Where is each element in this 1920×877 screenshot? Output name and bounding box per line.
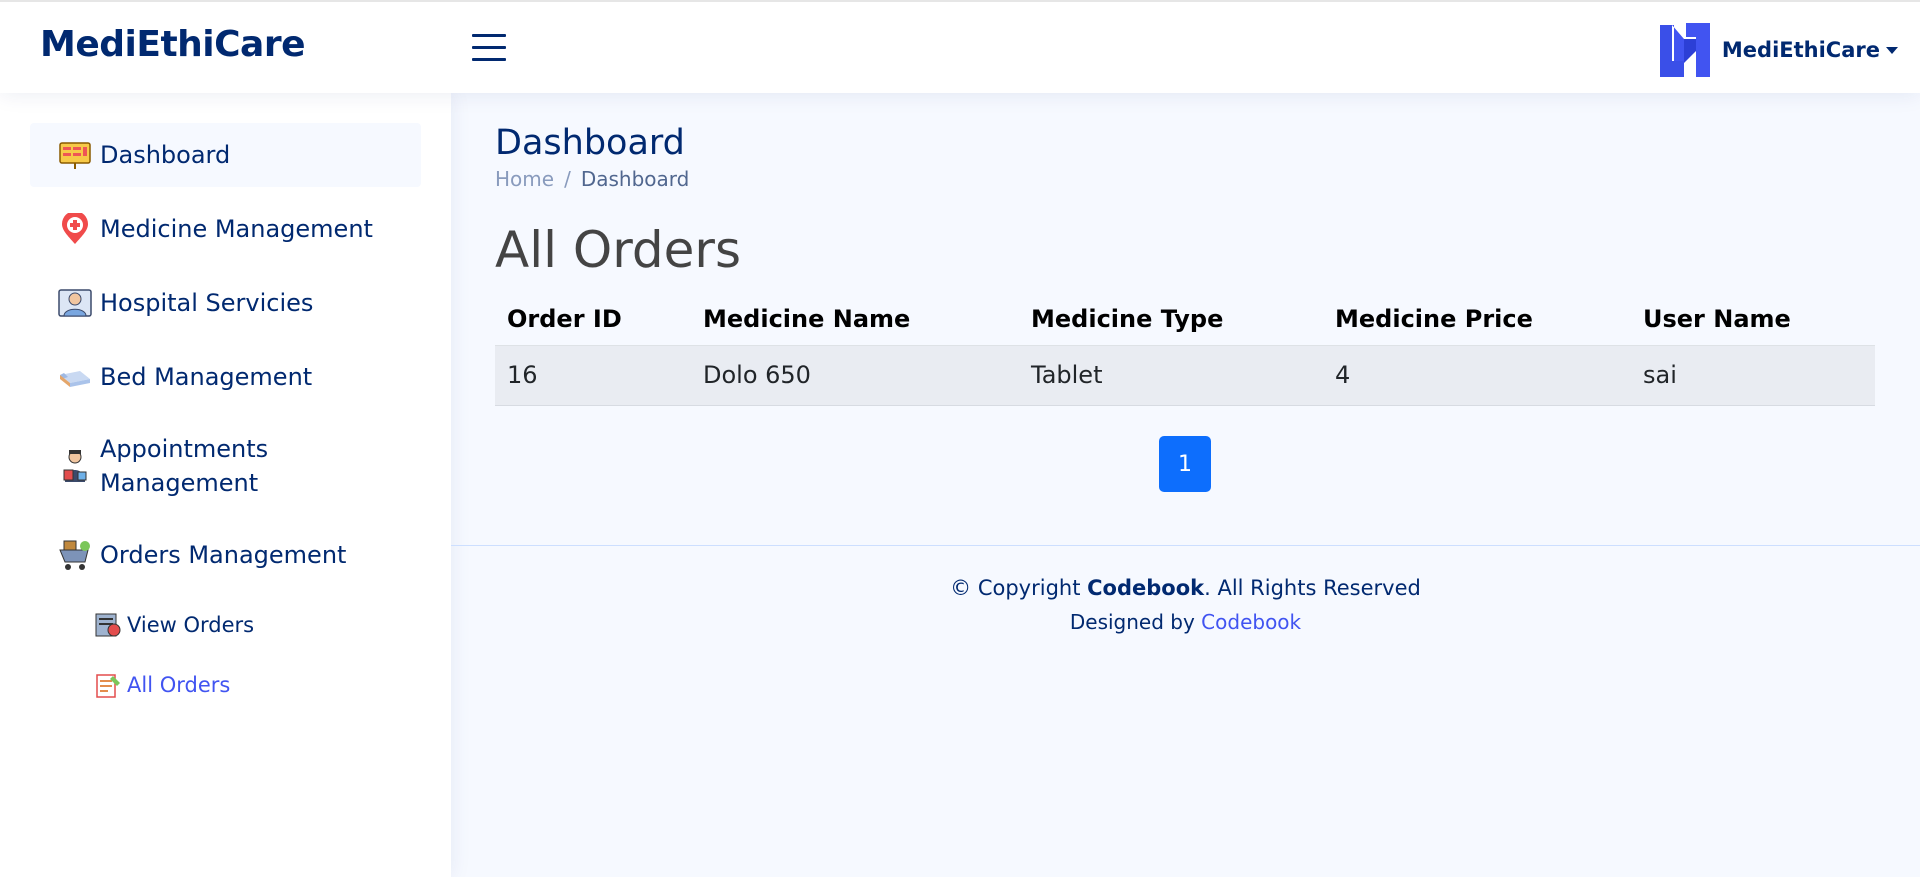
breadcrumb-home[interactable]: Home bbox=[495, 167, 554, 191]
appointment-icon bbox=[58, 449, 92, 483]
view-orders-icon bbox=[95, 612, 121, 638]
footer: © Copyright Codebook. All Rights Reserve… bbox=[451, 545, 1920, 634]
profile-logo-icon bbox=[1659, 23, 1710, 77]
copyright-brand: Codebook bbox=[1087, 576, 1205, 600]
column-header: User Name bbox=[1631, 293, 1875, 346]
table-cell: 16 bbox=[495, 345, 691, 406]
main-content: Dashboard Home / Dashboard All Orders Orde… bbox=[451, 93, 1920, 877]
sidebar-item-label: Orders Management bbox=[100, 541, 347, 569]
table-cell: 4 bbox=[1323, 345, 1631, 406]
clipboard-icon bbox=[95, 672, 121, 698]
sidebar-item-label: Appointments Management bbox=[100, 435, 269, 497]
copyright-prefix: © Copyright bbox=[950, 576, 1081, 600]
column-header: Medicine Name bbox=[691, 293, 1019, 346]
designed-by-text: Designed by Codebook bbox=[451, 610, 1920, 634]
table-cell: sai bbox=[1631, 345, 1875, 406]
copyright-suffix: . All Rights Reserved bbox=[1204, 576, 1421, 600]
table-cell: Tablet bbox=[1019, 345, 1323, 406]
designed-by-link[interactable]: Codebook bbox=[1201, 610, 1301, 634]
medical-pin-icon bbox=[58, 212, 92, 246]
chevron-down-icon bbox=[1886, 46, 1898, 54]
profile-name: MediEthiCare bbox=[1721, 38, 1880, 62]
profile-dropdown[interactable]: MediEthiCare bbox=[1658, 22, 1898, 78]
column-header: Medicine Type bbox=[1019, 293, 1323, 346]
copyright-text: © Copyright Codebook. All Rights Reserve… bbox=[451, 576, 1920, 600]
sidebar-item-label: Hospital Servicies bbox=[100, 289, 314, 317]
site-logo[interactable]: MediEthiCare bbox=[40, 24, 306, 65]
sidebar-subitem-label: View Orders bbox=[127, 613, 255, 637]
breadcrumb: Home / Dashboard bbox=[495, 167, 689, 191]
breadcrumb-current: Dashboard bbox=[580, 167, 690, 191]
sidebar-item-label: Bed Management bbox=[100, 363, 313, 391]
sidebar-item-orders-management[interactable]: Orders Management bbox=[30, 523, 421, 587]
sidebar-item-appointments-management[interactable]: Appointments Management bbox=[30, 419, 421, 513]
sidebar: Dashboard Medicine Management Hospital S… bbox=[0, 93, 451, 877]
sidebar-item-dashboard[interactable]: Dashboard bbox=[30, 123, 421, 187]
designed-by-prefix: Designed by bbox=[1069, 610, 1195, 634]
table-header-row: Order ID Medicine Name Medicine Type Med… bbox=[495, 293, 1875, 346]
doctor-icon bbox=[58, 286, 92, 320]
sidebar-item-label: Medicine Management bbox=[100, 215, 373, 243]
column-header: Medicine Price bbox=[1323, 293, 1631, 346]
sidebar-item-hospital-services[interactable]: Hospital Servicies bbox=[30, 271, 421, 335]
column-header: Order ID bbox=[495, 293, 691, 346]
sidebar-subitem-label: All Orders bbox=[127, 673, 231, 697]
dashboard-icon bbox=[58, 138, 92, 172]
pagination-page-button[interactable]: 1 bbox=[1159, 436, 1211, 492]
orders-table: Order ID Medicine Name Medicine Type Med… bbox=[495, 293, 1875, 406]
breadcrumb-separator: / bbox=[564, 167, 571, 191]
sidebar-item-bed-management[interactable]: Bed Management bbox=[30, 345, 421, 409]
table-row: 16 Dolo 650 Tablet 4 sai bbox=[495, 345, 1875, 406]
sidebar-subitem-view-orders[interactable]: View Orders bbox=[30, 597, 421, 653]
sidebar-item-medicine-management[interactable]: Medicine Management bbox=[30, 197, 421, 261]
sidebar-toggle-icon[interactable] bbox=[472, 34, 506, 64]
cart-icon bbox=[58, 538, 92, 572]
top-header: MediEthiCare MediEthiCare bbox=[0, 0, 1920, 93]
sidebar-item-label: Dashboard bbox=[100, 141, 231, 169]
section-title: All Orders bbox=[495, 221, 742, 279]
bed-icon bbox=[58, 360, 92, 394]
page-title: Dashboard bbox=[495, 123, 685, 163]
table-cell: Dolo 650 bbox=[691, 345, 1019, 406]
sidebar-subitem-all-orders[interactable]: All Orders bbox=[30, 657, 421, 713]
